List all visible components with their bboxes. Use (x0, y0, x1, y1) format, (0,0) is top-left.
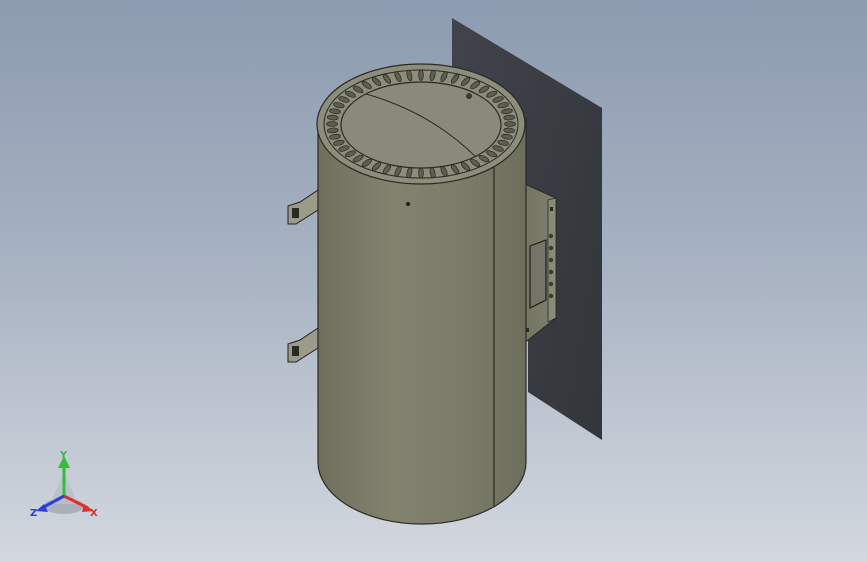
x-axis-label: X (90, 508, 98, 519)
vent-slot (503, 127, 515, 134)
z-axis-label: Z (30, 508, 37, 519)
vent-slot (327, 114, 339, 121)
vent-slot (504, 121, 516, 127)
display-panel (529, 239, 547, 309)
top-face (340, 81, 502, 169)
vent-slot (418, 167, 424, 179)
box-screw (550, 207, 553, 211)
3d-viewport[interactable]: Y X Z (0, 0, 867, 562)
model-scene[interactable] (0, 0, 867, 562)
vent-slot (418, 69, 424, 81)
vent-slot (326, 121, 338, 127)
vent-slot (503, 114, 515, 121)
control-button[interactable] (548, 245, 554, 251)
vent-slot (327, 127, 339, 134)
top-cap[interactable] (316, 63, 526, 185)
control-button[interactable] (548, 233, 554, 239)
control-button[interactable] (548, 281, 554, 287)
control-button[interactable] (548, 257, 554, 263)
orientation-triad[interactable]: Y X Z (28, 448, 104, 524)
small-hole (406, 202, 410, 206)
y-axis-label: Y (59, 450, 68, 461)
top-screw (466, 93, 472, 99)
control-button[interactable] (548, 269, 554, 275)
mounting-bracket-lower[interactable] (287, 327, 319, 363)
mounting-bracket-upper[interactable] (287, 189, 319, 225)
control-button[interactable] (548, 293, 554, 299)
